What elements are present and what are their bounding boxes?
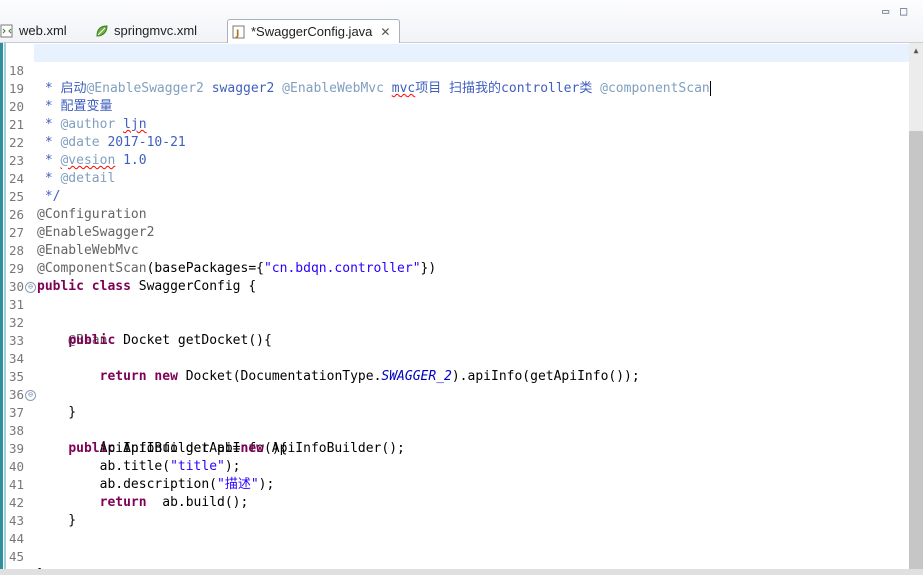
tab-web-xml[interactable]: web.xml (0, 19, 67, 42)
code-line[interactable]: 37 ⊖ public ApiInfo getApiInfo(){ (0, 386, 287, 456)
line-text: public class SwaggerConfig { (37, 279, 257, 294)
line-text: * @detail (37, 171, 116, 186)
code-line[interactable]: 29 public class SwaggerConfig { (0, 242, 256, 294)
code-line[interactable]: 39 ab.title("title"); (0, 422, 241, 474)
code-line[interactable]: 33 (0, 314, 31, 348)
line-text: * @author ljn (37, 117, 147, 132)
code-line[interactable]: 26 @EnableSwagger2 (0, 188, 154, 240)
horizontal-scrollbar[interactable] (0, 569, 923, 575)
editor-tab-bar: web.xml springmvc.xml J *SwaggerConfig.j… (0, 0, 923, 43)
code-line[interactable]: 36 } (0, 368, 76, 420)
code-line[interactable]: 22 * @vesion 1.0 (0, 116, 147, 168)
code-line[interactable]: 46 (0, 548, 31, 569)
java-file-icon: J (232, 25, 245, 39)
code-line[interactable]: 28 @ComponentScan(basePackages={"cn.bdqn… (0, 224, 436, 276)
line-text: */ (37, 189, 61, 204)
line-text: return ab.build(); (99, 495, 249, 510)
code-line[interactable]: 44 (0, 512, 31, 546)
svg-text:J: J (235, 29, 239, 39)
code-line[interactable]: 30 (0, 260, 31, 294)
line-text: * 配置变量 (37, 99, 113, 114)
line-text: @EnableSwagger2 (37, 225, 155, 240)
line-text: ApiInfoBuilder ab=new ApiInfoBuilder(); (37, 441, 405, 456)
tab-label: *SwaggerConfig.java (251, 24, 373, 39)
tab-swaggerconfig-java[interactable]: J *SwaggerConfig.java ✕ (227, 19, 401, 43)
code-line[interactable]: 27 @EnableWebMvc (0, 206, 139, 258)
code-line[interactable]: 18 * 启动@EnableSwagger2 swagger2 @EnableW… (0, 44, 711, 96)
tab-springmvc-xml[interactable]: springmvc.xml (95, 19, 197, 42)
code-line[interactable]: 19 * 配置变量 (0, 62, 112, 114)
xml-file-icon (0, 24, 13, 37)
code-line[interactable]: 41 return ab.build(); (0, 458, 248, 510)
code-line[interactable]: 34 return new Docket(DocumentationType.S… (0, 332, 640, 384)
text-caret (709, 81, 711, 96)
code-line[interactable]: 42 } (0, 476, 76, 528)
minimize-icon[interactable]: ▭ (882, 4, 889, 18)
tab-label: springmvc.xml (114, 23, 198, 38)
code-line[interactable]: 38 ApiInfoBuilder ab=new ApiInfoBuilder(… (0, 404, 405, 456)
code-line[interactable]: 21 * @date 2017-10-21 (0, 98, 186, 150)
current-line-highlight (34, 44, 909, 62)
code-line[interactable]: 25 @Configuration (0, 170, 147, 222)
line-text: * @vesion 1.0 (37, 153, 147, 168)
close-tab-icon[interactable]: ✕ (379, 25, 391, 39)
code-line[interactable]: 20 * @author ljn (0, 80, 147, 132)
code-editor[interactable]: 18 * 启动@EnableSwagger2 swagger2 @EnableW… (0, 43, 909, 569)
code-line[interactable]: 31 ⊖ @Bean (0, 278, 107, 348)
code-line[interactable]: 35 (0, 350, 31, 384)
vertical-scrollbar-thumb[interactable] (909, 131, 923, 569)
spring-leaf-icon (96, 24, 108, 37)
code-line[interactable]: 45 } (0, 530, 45, 569)
code-line[interactable]: 43 (0, 494, 31, 528)
line-text: @Configuration (37, 207, 147, 222)
maximize-icon[interactable]: □ (900, 4, 907, 18)
line-text: @ComponentScan(basePackages={"cn.bdqn.co… (37, 261, 437, 276)
line-text: } (37, 513, 77, 528)
code-line[interactable]: 23 * @detail (0, 134, 115, 186)
code-line[interactable]: 32 public Docket getDocket(){ (0, 296, 272, 348)
tab-label: web.xml (19, 23, 67, 38)
line-text: return new Docket(DocumentationType.SWAG… (99, 369, 640, 384)
fold-collapse-icon[interactable]: ⊖ (25, 390, 36, 401)
line-text: * 启动@EnableSwagger2 swagger2 @EnableWebM… (37, 81, 711, 96)
line-text: * @date 2017-10-21 (37, 135, 186, 150)
line-text: } (37, 405, 77, 420)
scroll-up-arrow-icon[interactable]: ▲ (909, 43, 923, 59)
code-line[interactable]: 24 */ (0, 152, 60, 204)
line-text: public Docket getDocket(){ (68, 333, 272, 348)
code-line[interactable]: 40 ab.description("描述"); (0, 440, 274, 492)
fold-collapse-icon[interactable]: ⊖ (25, 282, 36, 293)
line-text: ab.title("title"); (37, 459, 241, 474)
line-text: ab.description("描述"); (37, 477, 275, 492)
line-text: @EnableWebMvc (37, 243, 139, 258)
